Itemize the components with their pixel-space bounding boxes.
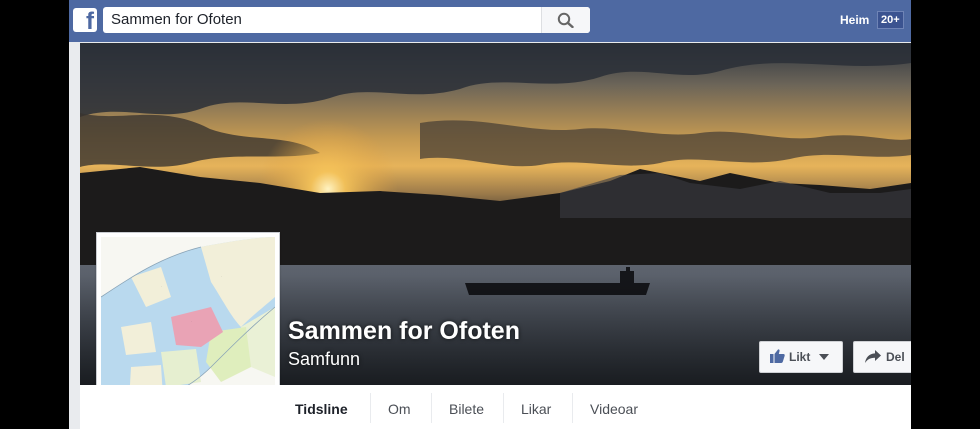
svg-text:·: · [161, 284, 162, 288]
svg-text:·: · [191, 319, 192, 323]
tab-bilete[interactable]: Bilete [449, 385, 484, 429]
tab-tidsline[interactable]: Tidsline [295, 385, 348, 429]
notification-badge[interactable]: 20+ [877, 11, 904, 29]
browser-viewport: f Sammen for Ofoten Heim 20+ Sammen for … [69, 0, 911, 429]
search-icon [557, 12, 574, 28]
page-category[interactable]: Samfunn [288, 349, 360, 370]
page-title[interactable]: Sammen for Ofoten [288, 317, 520, 346]
thumbs-up-icon [770, 349, 785, 363]
share-button[interactable]: Del [853, 341, 911, 373]
facebook-logo-icon[interactable]: f [73, 8, 97, 35]
home-link[interactable]: Heim [840, 13, 869, 27]
liked-button-label: Likt [789, 350, 811, 364]
search-input-value: Sammen for Ofoten [111, 11, 242, 28]
tab-divider [370, 393, 371, 423]
caret-down-icon [819, 354, 829, 360]
page-tabs: Tidsline Om Bilete Likar Videoar [80, 385, 911, 429]
tab-om[interactable]: Om [388, 385, 411, 429]
search-input[interactable]: Sammen for Ofoten [103, 7, 590, 33]
tab-divider [572, 393, 573, 423]
top-bar: f Sammen for Ofoten Heim 20+ [69, 0, 911, 42]
tab-divider [503, 393, 504, 423]
share-button-label: Del [886, 350, 905, 364]
search-button[interactable] [541, 7, 590, 33]
share-arrow-icon [865, 350, 881, 363]
facebook-logo-letter: f [86, 8, 94, 35]
tab-likar[interactable]: Likar [521, 385, 551, 429]
svg-text:·: · [221, 274, 222, 278]
tab-divider [431, 393, 432, 423]
tab-videoar[interactable]: Videoar [590, 385, 638, 429]
liked-button[interactable]: Likt [759, 341, 843, 373]
